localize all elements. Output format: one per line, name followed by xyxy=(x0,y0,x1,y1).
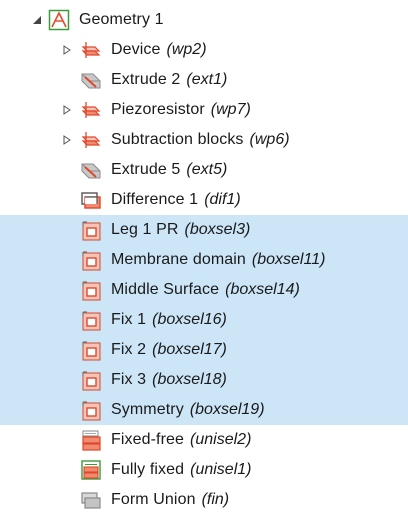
tree-node-middle-surface[interactable]: Middle Surface (boxsel14) xyxy=(0,275,408,305)
model-tree: Geometry 1 Device (wp2) Extrude 2 (ext1) xyxy=(0,0,408,519)
tree-node-label: Difference 1 xyxy=(111,191,199,208)
tree-node-symmetry[interactable]: Symmetry (boxsel19) xyxy=(0,395,408,425)
tree-node-tag: (wp6) xyxy=(249,131,290,148)
tree-node-label: Form Union xyxy=(111,491,196,508)
tree-node-label: Fix 2 xyxy=(111,341,147,358)
tree-node-label: Leg 1 PR xyxy=(111,221,179,238)
tree-node-piezoresistor[interactable]: Piezoresistor (wp7) xyxy=(0,95,408,125)
tree-node-extrude-5[interactable]: Extrude 5 (ext5) xyxy=(0,155,408,185)
tree-node-label: Fixed-free xyxy=(111,431,185,448)
tree-node-fixed-free[interactable]: Fixed-free (unisel2) xyxy=(0,425,408,455)
tree-node-geometry-1[interactable]: Geometry 1 xyxy=(0,5,408,35)
tree-node-tag: (boxsel11) xyxy=(251,251,326,268)
tree-node-tag: (boxsel16) xyxy=(152,311,227,328)
union-selection-green-icon xyxy=(80,459,102,481)
tree-node-label: Extrude 2 xyxy=(111,71,181,88)
tree-node-tag: (wp7) xyxy=(210,101,251,118)
expand-arrow-icon[interactable] xyxy=(60,35,74,65)
difference-icon xyxy=(80,189,102,211)
tree-node-label: Device xyxy=(111,41,161,58)
tree-node-label: Extrude 5 xyxy=(111,161,181,178)
box-selection-icon xyxy=(80,369,102,391)
tree-node-fix-1[interactable]: Fix 1 (boxsel16) xyxy=(0,305,408,335)
box-selection-icon xyxy=(80,249,102,271)
box-selection-icon xyxy=(80,219,102,241)
tree-node-form-union[interactable]: Form Union (fin) xyxy=(0,485,408,515)
tree-node-subtraction-blocks[interactable]: Subtraction blocks (wp6) xyxy=(0,125,408,155)
tree-node-label: Piezoresistor xyxy=(111,101,205,118)
tree-node-tag: (fin) xyxy=(201,491,230,508)
collapse-arrow-icon[interactable] xyxy=(30,5,44,35)
tree-node-tag: (boxsel19) xyxy=(189,401,265,418)
tree-node-tag: (unisel1) xyxy=(190,461,252,478)
tree-node-membrane-domain[interactable]: Membrane domain (boxsel11) xyxy=(0,245,408,275)
tree-node-tag: (ext1) xyxy=(186,71,228,88)
box-selection-icon xyxy=(80,279,102,301)
box-selection-icon xyxy=(80,339,102,361)
tree-node-label: Membrane domain xyxy=(111,251,246,268)
expand-arrow-icon[interactable] xyxy=(60,125,74,155)
tree-node-tag: (boxsel3) xyxy=(184,221,251,238)
tree-node-label: Middle Surface xyxy=(111,281,220,298)
union-selection-icon xyxy=(80,429,102,451)
tree-node-tag: (boxsel18) xyxy=(152,371,227,388)
work-plane-icon xyxy=(80,99,102,121)
work-plane-icon xyxy=(80,129,102,151)
box-selection-icon xyxy=(80,399,102,421)
tree-node-label: Fix 3 xyxy=(111,371,147,388)
form-union-icon xyxy=(80,489,102,511)
tree-node-tag: (ext5) xyxy=(186,161,228,178)
tree-node-leg-1-pr[interactable]: Leg 1 PR (boxsel3) xyxy=(0,215,408,245)
tree-node-tag: (unisel2) xyxy=(190,431,252,448)
tree-node-label: Subtraction blocks xyxy=(111,131,244,148)
tree-node-tag: (boxsel17) xyxy=(152,341,227,358)
tree-node-extrude-2[interactable]: Extrude 2 (ext1) xyxy=(0,65,408,95)
box-selection-icon xyxy=(80,309,102,331)
tree-node-tag: (boxsel14) xyxy=(225,281,300,298)
geometry-icon xyxy=(48,9,70,31)
expand-arrow-icon[interactable] xyxy=(60,95,74,125)
extrude-icon xyxy=(80,69,102,91)
tree-node-fully-fixed[interactable]: Fully fixed (unisel1) xyxy=(0,455,408,485)
tree-node-fix-3[interactable]: Fix 3 (boxsel18) xyxy=(0,365,408,395)
extrude-icon xyxy=(80,159,102,181)
tree-node-tag: (wp2) xyxy=(166,41,207,58)
tree-node-fix-2[interactable]: Fix 2 (boxsel17) xyxy=(0,335,408,365)
tree-node-label: Symmetry xyxy=(111,401,184,418)
tree-node-device[interactable]: Device (wp2) xyxy=(0,35,408,65)
tree-node-label: Geometry 1 xyxy=(79,11,164,28)
tree-node-tag: (dif1) xyxy=(204,191,241,208)
tree-node-difference-1[interactable]: Difference 1 (dif1) xyxy=(0,185,408,215)
work-plane-icon xyxy=(80,39,102,61)
tree-node-label: Fully fixed xyxy=(111,461,185,478)
tree-node-label: Fix 1 xyxy=(111,311,147,328)
